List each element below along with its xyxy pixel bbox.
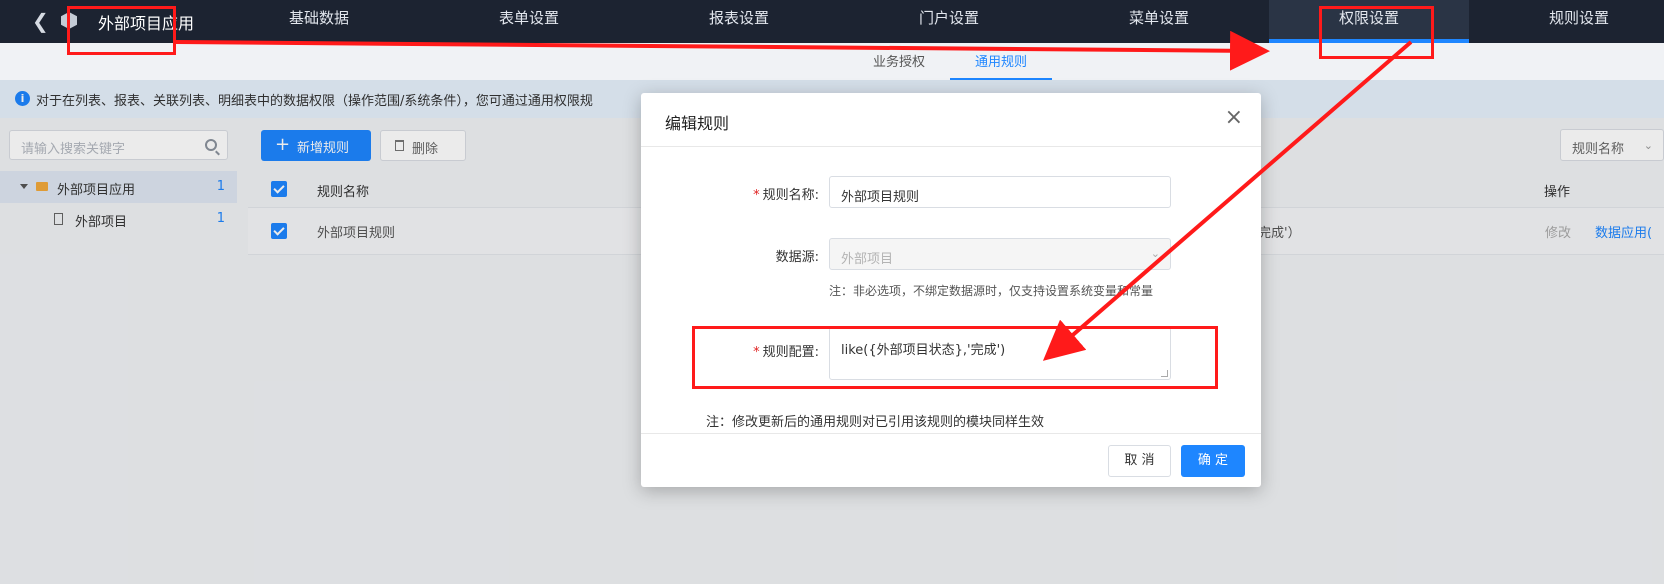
annotation-box-permission — [1319, 6, 1434, 59]
nav-basic-data[interactable]: 基础数据 — [219, 0, 419, 43]
back-arrow-icon[interactable]: ❮ — [32, 9, 49, 33]
annotation-box-app-title — [67, 6, 176, 55]
rule-name-label: * 规则名称: — [753, 188, 819, 203]
nav-menu-settings[interactable]: 菜单设置 — [1059, 0, 1259, 43]
datasource-hint: 注：非必选项，不绑定数据源时，仅支持设置系统变量和常量 — [829, 284, 1154, 298]
dialog-footer: 取 消 确 定 — [641, 433, 1261, 487]
dialog-title: 编辑规则 — [665, 114, 730, 133]
datasource-select[interactable]: 外部项目 ⌄ — [829, 238, 1171, 270]
rule-name-field[interactable]: 外部项目规则 — [829, 176, 1171, 208]
tab-general-rules[interactable]: 通用规则 — [950, 51, 1052, 80]
tab-business-auth[interactable]: 业务授权 — [873, 51, 925, 70]
dialog-header: 编辑规则 × — [641, 93, 1261, 147]
rule-note: 注：修改更新后的通用规则对已引用该规则的模块同样生效 — [706, 415, 1045, 430]
rule-name-value: 外部项目规则 — [841, 190, 920, 205]
nav-portal-settings[interactable]: 门户设置 — [849, 0, 1049, 43]
cancel-button[interactable]: 取 消 — [1108, 445, 1171, 477]
nav-report-settings[interactable]: 报表设置 — [639, 0, 839, 43]
datasource-label: 数据源: — [775, 250, 819, 265]
confirm-button[interactable]: 确 定 — [1181, 445, 1245, 477]
close-icon[interactable]: × — [1225, 107, 1243, 129]
annotation-box-rule-config — [692, 326, 1218, 389]
edit-rule-dialog: 编辑规则 × * 规则名称: 外部项目规则 数据源: 外部项目 ⌄ 注：非必选项，… — [641, 93, 1261, 487]
nav-form-settings[interactable]: 表单设置 — [429, 0, 629, 43]
chevron-down-icon: ⌄ — [1150, 247, 1160, 260]
datasource-value: 外部项目 — [841, 252, 894, 267]
nav-rule-settings[interactable]: 规则设置 — [1479, 0, 1664, 43]
